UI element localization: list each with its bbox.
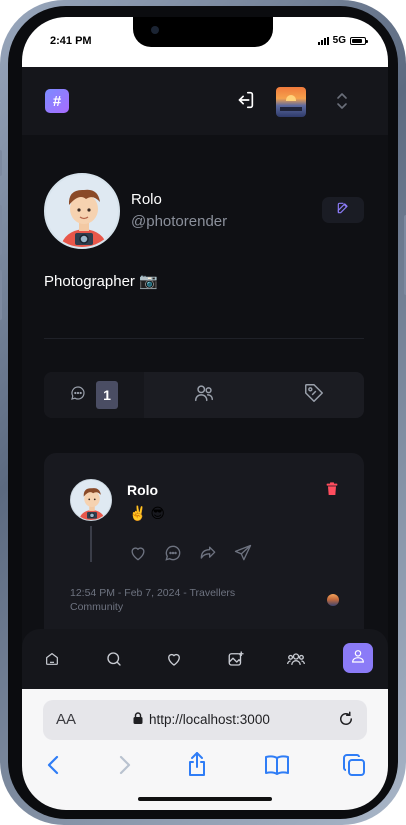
edit-icon <box>336 201 350 220</box>
text-size-label: AA <box>56 711 77 728</box>
volume-down-button <box>0 270 2 320</box>
tab-tagged[interactable] <box>264 372 364 418</box>
trash-icon[interactable] <box>324 481 340 502</box>
profile-page: Rolo @photorender Photographer 📷 1 Rolo … <box>22 135 388 629</box>
bottom-nav <box>22 629 388 689</box>
share-icon[interactable] <box>186 751 208 782</box>
profile-tabs: 1 <box>44 372 364 418</box>
heart-icon[interactable] <box>128 543 148 568</box>
profile-icon <box>350 648 366 669</box>
signal-icon <box>317 36 329 45</box>
mute-switch <box>0 150 2 176</box>
edit-profile-button[interactable] <box>322 197 364 223</box>
profile-bio: Photographer 📷 <box>44 273 158 290</box>
address-bar[interactable]: AA http://localhost:3000 <box>43 700 367 740</box>
screen: 2:41 PM 5G # Rolo @photorender Photograp… <box>22 17 388 810</box>
search-icon[interactable] <box>102 647 126 671</box>
url-display[interactable]: http://localhost:3000 <box>133 712 270 727</box>
silhouette-shape <box>280 107 302 111</box>
volume-up-button <box>0 205 2 255</box>
share-icon[interactable] <box>198 543 218 568</box>
sun-shape <box>286 95 296 101</box>
logout-icon[interactable] <box>234 89 256 116</box>
post-actions <box>128 543 253 568</box>
text-size-button[interactable]: AA <box>56 711 76 728</box>
send-icon[interactable] <box>233 543 253 568</box>
post-author-avatar[interactable] <box>70 479 112 521</box>
divider <box>44 338 364 339</box>
status-indicators: 5G <box>317 35 368 46</box>
tab-followers[interactable] <box>154 372 254 418</box>
community-thumbnail[interactable] <box>276 87 306 117</box>
tab-threads[interactable]: 1 <box>44 372 144 418</box>
users-icon <box>193 382 215 409</box>
app-logo[interactable]: # <box>45 89 69 113</box>
community-avatar[interactable] <box>327 594 339 606</box>
browser-chrome: AA http://localhost:3000 <box>22 689 388 810</box>
image-plus-icon[interactable] <box>224 647 248 671</box>
status-time: 2:41 PM <box>50 35 92 47</box>
comment-icon[interactable] <box>163 543 183 568</box>
status-bar: 2:41 PM 5G <box>22 17 388 67</box>
front-camera <box>151 26 159 34</box>
app-header: # <box>22 67 388 135</box>
post-author-name[interactable]: Rolo <box>127 482 158 498</box>
url-text: http://localhost:3000 <box>149 712 270 727</box>
thread-card[interactable]: Rolo ✌️ 😎 12:54 PM - Feb 7, 2024 - Trave… <box>44 453 364 629</box>
thread-count-badge: 1 <box>96 381 118 409</box>
community-icon[interactable] <box>284 647 308 671</box>
post-meta[interactable]: 12:54 PM - Feb 7, 2024 - Travellers Comm… <box>70 586 265 614</box>
profile-name: Rolo <box>131 191 162 208</box>
network-type: 5G <box>332 35 346 46</box>
profile-tab-active[interactable] <box>343 643 373 673</box>
reload-icon[interactable] <box>337 710 355 733</box>
bookmarks-icon[interactable] <box>264 753 290 782</box>
back-icon[interactable] <box>44 753 64 782</box>
chat-bubble-icon <box>70 385 86 406</box>
home-indicator <box>138 797 272 801</box>
thread-line <box>90 526 92 562</box>
profile-avatar <box>44 173 120 249</box>
home-icon[interactable] <box>40 647 64 671</box>
lock-icon <box>133 712 143 727</box>
tag-icon <box>303 382 325 409</box>
battery-icon <box>350 36 368 45</box>
tabs-icon[interactable] <box>342 753 366 782</box>
forward-icon[interactable] <box>114 753 134 782</box>
profile-handle: @photorender <box>131 213 228 230</box>
chevron-up-down-icon[interactable] <box>335 91 349 116</box>
post-text: ✌️ 😎 <box>129 505 165 521</box>
heart-icon[interactable] <box>162 647 186 671</box>
